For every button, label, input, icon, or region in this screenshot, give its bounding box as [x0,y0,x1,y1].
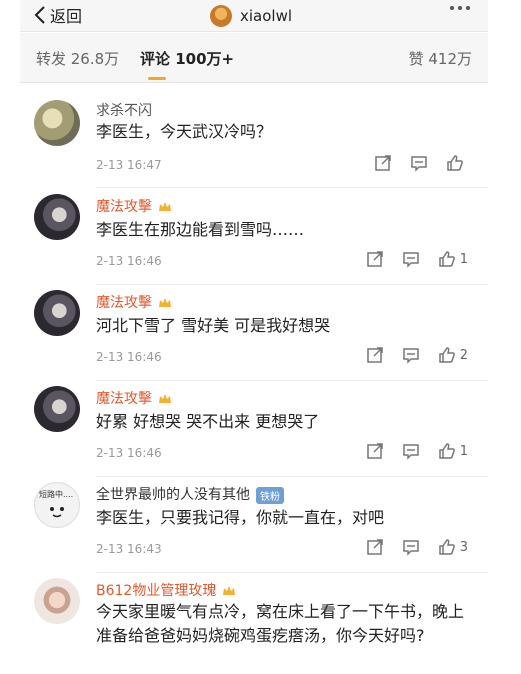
like-button[interactable]: 1 [438,442,468,460]
like-button[interactable] [446,154,468,172]
divider [96,380,488,381]
thumbs-up-icon [438,443,455,459]
fan-badge: 铁粉 [256,486,284,504]
comment-actions: 1 [366,250,468,268]
tab-repost[interactable]: 转发 26.8万 [36,48,119,69]
like-count: 3 [459,539,468,555]
repost-button[interactable] [366,250,384,268]
repost-button[interactable] [374,154,392,172]
share-icon [366,539,383,555]
like-button[interactable]: 1 [438,250,468,268]
reply-button[interactable] [410,154,428,172]
comment-time: 2-13 16:47 [96,158,162,172]
divider [96,476,488,477]
repost-button[interactable] [366,538,384,556]
comment-username[interactable]: 魔法攻擊 [96,196,172,216]
avatar[interactable]: 短路中.... [34,482,80,528]
comment-text: 李医生，只要我记得，你就一直在，对吧 [96,508,385,527]
thumbs-up-icon [438,539,455,555]
repost-button[interactable] [366,346,384,364]
crown-icon [159,394,171,403]
avatar[interactable] [210,5,232,27]
thumbs-up-icon [438,347,455,363]
reply-button[interactable] [402,250,420,268]
thumbs-up-icon [438,251,455,267]
comment-username[interactable]: 魔法攻擊 [96,388,172,408]
crown-icon [159,298,171,307]
comment-text: 今天家里暖气有点冷，窝在床上看了一下午书，晚上准备给爸爸妈妈烧碗鸡蛋疙瘩汤，你今… [96,602,465,645]
list-item: B612物业管理玫瑰 今天家里暖气有点冷，窝在床上看了一下午书，晚上准备给爸爸妈… [20,574,488,674]
comment-username[interactable]: 求杀不闪 [96,100,152,120]
like-button[interactable]: 2 [438,346,468,364]
reply-button[interactable] [402,538,420,556]
comment-time: 2-13 16:46 [96,254,162,268]
share-icon [366,251,383,267]
avatar-text: 短路中.... [39,490,74,499]
avatar[interactable] [34,578,80,624]
like-count: 1 [459,443,468,459]
list-item: 魔法攻擊 好累 好想哭 哭不出来 更想哭了 2-13 16:46 1 [20,382,488,478]
comment-username[interactable]: B612物业管理玫瑰 [96,580,236,600]
avatar[interactable] [34,386,80,432]
page-title: xiaolwl [210,4,292,28]
comment-actions: 2 [366,346,468,364]
reply-button[interactable] [402,442,420,460]
like-button[interactable]: 3 [438,538,468,556]
tab-underline [148,77,166,80]
chevron-left-icon [34,6,45,24]
avatar[interactable] [34,194,80,240]
face-icon [50,507,64,518]
divider [96,284,488,285]
divider [96,572,488,573]
tab-bar: 转发 26.8万 评论 100万+ 赞 412万 [20,33,488,83]
back-button[interactable]: 返回 [34,4,82,26]
comment-time: 2-13 16:46 [96,446,162,460]
list-item: 求杀不闪 李医生，今天武汉冷吗？ 2-13 16:47 [20,96,488,188]
repost-button[interactable] [366,442,384,460]
crown-icon [223,586,236,595]
more-icon[interactable] [450,6,470,10]
comment-username[interactable]: 魔法攻擊 [96,292,172,312]
comment-text: 李医生在那边能看到雪吗…… [96,220,305,239]
comment-text: 好累 好想哭 哭不出来 更想哭了 [96,412,320,431]
divider [96,187,488,188]
comment-icon [411,156,427,172]
share-icon [366,347,383,363]
top-bar: 返回 xiaolwl [20,0,488,32]
comment-icon [402,252,419,268]
back-label: 返回 [50,7,83,26]
avatar[interactable] [34,290,80,336]
thumbs-up-icon [447,155,463,171]
username[interactable]: xiaolwl [240,7,292,25]
share-icon [375,155,391,171]
comment-time: 2-13 16:46 [96,350,162,364]
share-icon [366,443,383,459]
comment-time: 2-13 16:43 [96,542,162,556]
comment-actions [374,154,468,172]
comment-actions: 3 [366,538,468,556]
like-count: 2 [459,347,468,363]
comment-username[interactable]: 全世界最帅的人没有其他 铁粉 [96,484,284,504]
list-item: 魔法攻擊 河北下雪了 雪好美 可是我好想哭 2-13 16:46 2 [20,286,488,382]
crown-icon [159,202,171,211]
avatar[interactable] [34,100,80,146]
comment-icon [402,348,419,364]
comment-icon [402,444,419,460]
tab-comment[interactable]: 评论 100万+ [140,48,234,69]
comment-text: 李医生，今天武汉冷吗？ [96,122,273,141]
comment-text: 河北下雪了 雪好美 可是我好想哭 [96,316,331,335]
list-item: 魔法攻擊 李医生在那边能看到雪吗…… 2-13 16:46 1 [20,190,488,286]
comment-actions: 1 [366,442,468,460]
list-item: 短路中.... 全世界最帅的人没有其他 铁粉 李医生，只要我记得，你就一直在，对吧… [20,478,488,574]
comment-icon [402,540,419,556]
reply-button[interactable] [402,346,420,364]
like-count: 1 [459,251,468,267]
tab-like[interactable]: 赞 412万 [409,48,472,69]
